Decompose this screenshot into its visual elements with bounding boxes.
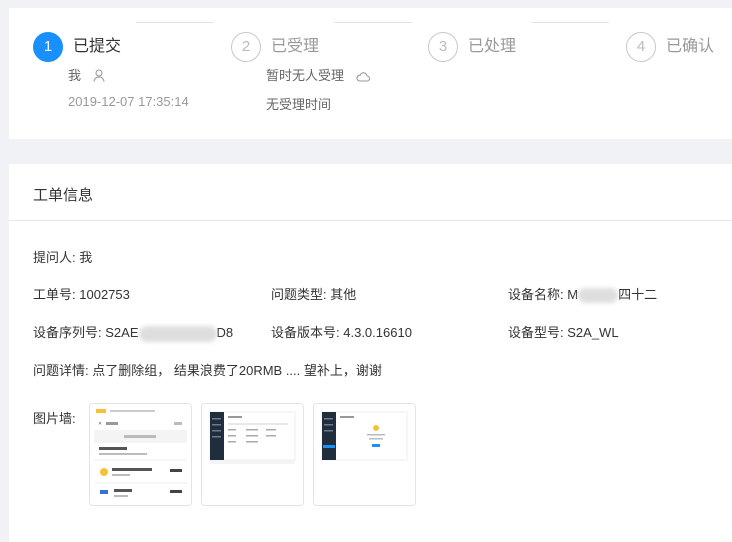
step-accepted-time: 无受理时间 bbox=[266, 97, 332, 112]
device-version-value: 4.3.0.16610 bbox=[343, 325, 412, 340]
serial-number-suffix: D8 bbox=[216, 325, 234, 340]
thumbnail-mobile-app[interactable]: ✕ bbox=[89, 403, 192, 506]
progress-steps-card: 1 已提交 2 已受理 3 已处理 4 已确认 我 2019-12-07 17:… bbox=[9, 8, 732, 139]
step-number: 2 bbox=[231, 32, 261, 62]
step-title: 已受理 bbox=[271, 38, 320, 55]
step-title: 已确认 bbox=[666, 38, 715, 55]
step-connector bbox=[334, 22, 412, 23]
thumbnail-web-dialog[interactable] bbox=[313, 403, 416, 506]
device-version-label: 设备版本号: bbox=[271, 325, 340, 340]
serial-number-label: 设备序列号: bbox=[33, 325, 102, 340]
asker-value: 我 bbox=[79, 250, 93, 265]
thumbnail-web-table[interactable] bbox=[201, 403, 304, 506]
card-title: 工单信息 bbox=[33, 187, 94, 204]
divider bbox=[9, 220, 732, 221]
asker-field: 提问人: 我 bbox=[33, 247, 92, 266]
issue-detail-field: 问题详情: 点了删除组， 结果浪费了20RMB .... 望补上，谢谢 bbox=[33, 360, 382, 379]
device-name-field: 设备名称: M 四十二 bbox=[508, 284, 658, 304]
ticket-number-label: 工单号: bbox=[33, 287, 76, 302]
step-submitted-time: 2019-12-07 17:35:14 bbox=[68, 94, 189, 109]
picture-wall-label: 图片墙: bbox=[33, 411, 76, 426]
issue-detail-label: 问题详情: bbox=[33, 363, 89, 378]
person-name: 暂时无人受理 bbox=[266, 68, 345, 83]
device-name-label: 设备名称: bbox=[508, 287, 564, 302]
ticket-number-value: 1002753 bbox=[79, 287, 130, 302]
redacted-blur bbox=[138, 325, 217, 342]
person-name: 我 bbox=[68, 68, 82, 83]
asker-label: 提问人: bbox=[33, 250, 76, 265]
user-icon bbox=[93, 69, 105, 85]
step-title: 已处理 bbox=[468, 38, 517, 55]
device-model-label: 设备型号: bbox=[508, 325, 564, 340]
issue-type-field: 问题类型: 其他 bbox=[271, 284, 356, 303]
svg-text:✕: ✕ bbox=[98, 421, 102, 427]
step-connector bbox=[136, 22, 214, 23]
device-name-suffix: 四十二 bbox=[618, 287, 658, 302]
step-number: 4 bbox=[626, 32, 656, 62]
device-name-prefix: M bbox=[567, 287, 579, 302]
cloud-icon bbox=[356, 70, 370, 85]
step-connector bbox=[531, 22, 609, 23]
step-accepted-person: 暂时无人受理 bbox=[266, 65, 370, 85]
device-model-field: 设备型号: S2A_WL bbox=[508, 322, 619, 341]
ticket-number-field: 工单号: 1002753 bbox=[33, 284, 130, 303]
issue-detail-value: 点了删除组， 结果浪费了20RMB .... 望补上，谢谢 bbox=[92, 363, 382, 378]
issue-type-value: 其他 bbox=[330, 287, 357, 302]
redacted-blur bbox=[578, 288, 619, 304]
device-version-field: 设备版本号: 4.3.0.16610 bbox=[271, 322, 412, 341]
step-number: 3 bbox=[428, 32, 458, 62]
step-title: 已提交 bbox=[73, 38, 122, 55]
step-submitted-person: 我 bbox=[68, 65, 105, 85]
issue-type-label: 问题类型: bbox=[271, 287, 327, 302]
serial-number-field: 设备序列号: S2AE D8 bbox=[33, 322, 233, 342]
device-model-value: S2A_WL bbox=[567, 325, 619, 340]
ticket-info-card: 工单信息 提问人: 我 工单号: 1002753 问题类型: 其他 设备名称: … bbox=[9, 164, 732, 542]
step-number: 1 bbox=[33, 32, 63, 62]
serial-number-prefix: S2AE bbox=[105, 325, 139, 340]
